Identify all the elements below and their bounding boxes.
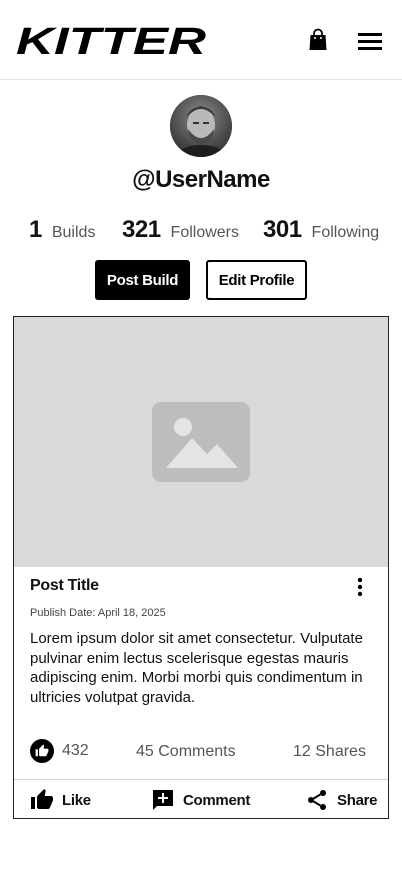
stat-following-label: Following [311, 224, 380, 241]
publish-date: Publish Date: April 18, 2025 [30, 607, 166, 619]
comments-count[interactable]: 45 Comments [136, 743, 236, 761]
thumbs-up-icon [31, 789, 53, 809]
add-comment-icon [153, 790, 173, 810]
comment-label: Comment [183, 791, 251, 809]
stat-followers-label: Followers [170, 224, 240, 241]
post-build-button[interactable]: Post Build [95, 260, 190, 300]
post-body: Lorem ipsum dolor sit amet consectetur. … [30, 630, 363, 706]
more-options-icon[interactable] [354, 577, 366, 597]
post-image[interactable] [14, 317, 388, 567]
edit-profile-button[interactable]: Edit Profile [206, 260, 307, 300]
hamburger-menu-icon[interactable] [356, 30, 384, 52]
avatar[interactable] [170, 95, 232, 157]
top-bar: KITTER [0, 0, 402, 80]
likes-summary[interactable]: 432 [30, 738, 89, 764]
comment-button[interactable]: Comment [151, 787, 250, 813]
avatar-photo [170, 95, 232, 157]
svg-text:KITTER: KITTER [16, 22, 207, 60]
shopping-bag-icon[interactable] [306, 28, 330, 52]
post-title[interactable]: Post Title [30, 577, 99, 595]
share-button[interactable]: Share [305, 787, 378, 813]
shares-count[interactable]: 12 Shares [293, 743, 366, 761]
kitter-logo[interactable]: KITTER [14, 22, 210, 60]
like-button[interactable]: Like [30, 787, 91, 813]
stat-followers[interactable]: 321 Followers [122, 216, 239, 246]
stat-builds-label: Builds [51, 224, 96, 241]
share-icon [308, 790, 326, 810]
post-card: Post Title Publish Date: April 18, 2025 … [13, 316, 389, 819]
profile-username: @UserName [132, 166, 270, 193]
stat-builds[interactable]: 1 Builds [29, 216, 95, 246]
share-label: Share [337, 791, 378, 809]
stat-followers-value: 321 [122, 216, 161, 243]
stat-following-value: 301 [263, 216, 302, 243]
thumbs-up-badge-icon [30, 739, 54, 763]
card-divider [14, 779, 388, 780]
stat-following[interactable]: 301 Following [263, 216, 379, 246]
image-placeholder-icon [152, 402, 250, 482]
like-label: Like [62, 791, 91, 809]
likes-count: 432 [62, 742, 89, 759]
stat-builds-value: 1 [29, 216, 42, 243]
